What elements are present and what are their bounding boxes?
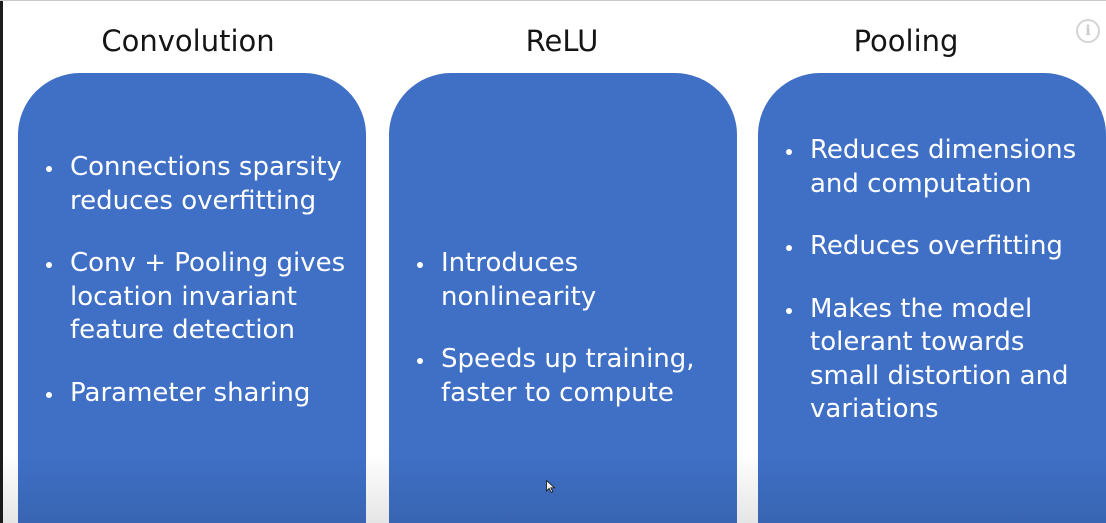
card-relu: Introduces nonlinearity Speeds up traini…	[389, 73, 737, 523]
bullet-list-relu: Introduces nonlinearity Speeds up traini…	[389, 247, 737, 410]
bullet-dot-icon	[786, 307, 792, 314]
list-item: Conv + Pooling gives location invariant …	[18, 247, 346, 348]
column-title-relu: ReLU	[525, 24, 599, 58]
bullet-text: Connections sparsity reduces overfitting	[70, 152, 342, 216]
card-pooling: Reduces dimensions and computation Reduc…	[758, 73, 1106, 523]
list-item: Reduces overfitting	[758, 230, 1082, 264]
bullet-text: Reduces dimensions and computation	[810, 135, 1077, 199]
list-item: Speeds up training, faster to compute	[389, 343, 723, 410]
column-title-convolution: Convolution	[101, 24, 275, 58]
info-icon[interactable]: i	[1076, 19, 1100, 43]
bullet-text: Parameter sharing	[70, 377, 311, 408]
bullet-dot-icon	[417, 358, 423, 364]
list-item: Reduces dimensions and computation	[758, 134, 1082, 201]
slide: Convolution Connections sparsity reduces…	[0, 0, 1106, 523]
card-convolution: Connections sparsity reduces overfitting…	[18, 73, 366, 523]
bullet-dot-icon	[46, 166, 52, 172]
bullet-dot-icon	[417, 262, 423, 268]
bullet-dot-icon	[786, 245, 792, 251]
list-item: Introduces nonlinearity	[389, 247, 723, 314]
bullet-list-pooling: Reduces dimensions and computation Reduc…	[758, 134, 1106, 427]
mouse-cursor-icon	[546, 480, 556, 493]
bullet-text: Speeds up training, faster to compute	[441, 344, 695, 408]
bullet-dot-icon	[46, 391, 52, 398]
bullet-text: Makes the model tolerant towards small d…	[810, 293, 1069, 425]
bullet-dot-icon	[786, 149, 792, 155]
bullet-text: Reduces overfitting	[810, 231, 1063, 261]
list-item: Parameter sharing	[18, 377, 346, 411]
column-title-pooling: Pooling	[853, 24, 959, 58]
bullet-list-convolution: Connections sparsity reduces overfitting…	[18, 151, 366, 410]
list-item: Connections sparsity reduces overfitting	[18, 151, 346, 218]
list-item: Makes the model tolerant towards small d…	[758, 293, 1082, 427]
bullet-text: Conv + Pooling gives location invariant …	[70, 248, 346, 345]
bullet-dot-icon	[46, 262, 52, 268]
bullet-text: Introduces nonlinearity	[441, 248, 597, 312]
